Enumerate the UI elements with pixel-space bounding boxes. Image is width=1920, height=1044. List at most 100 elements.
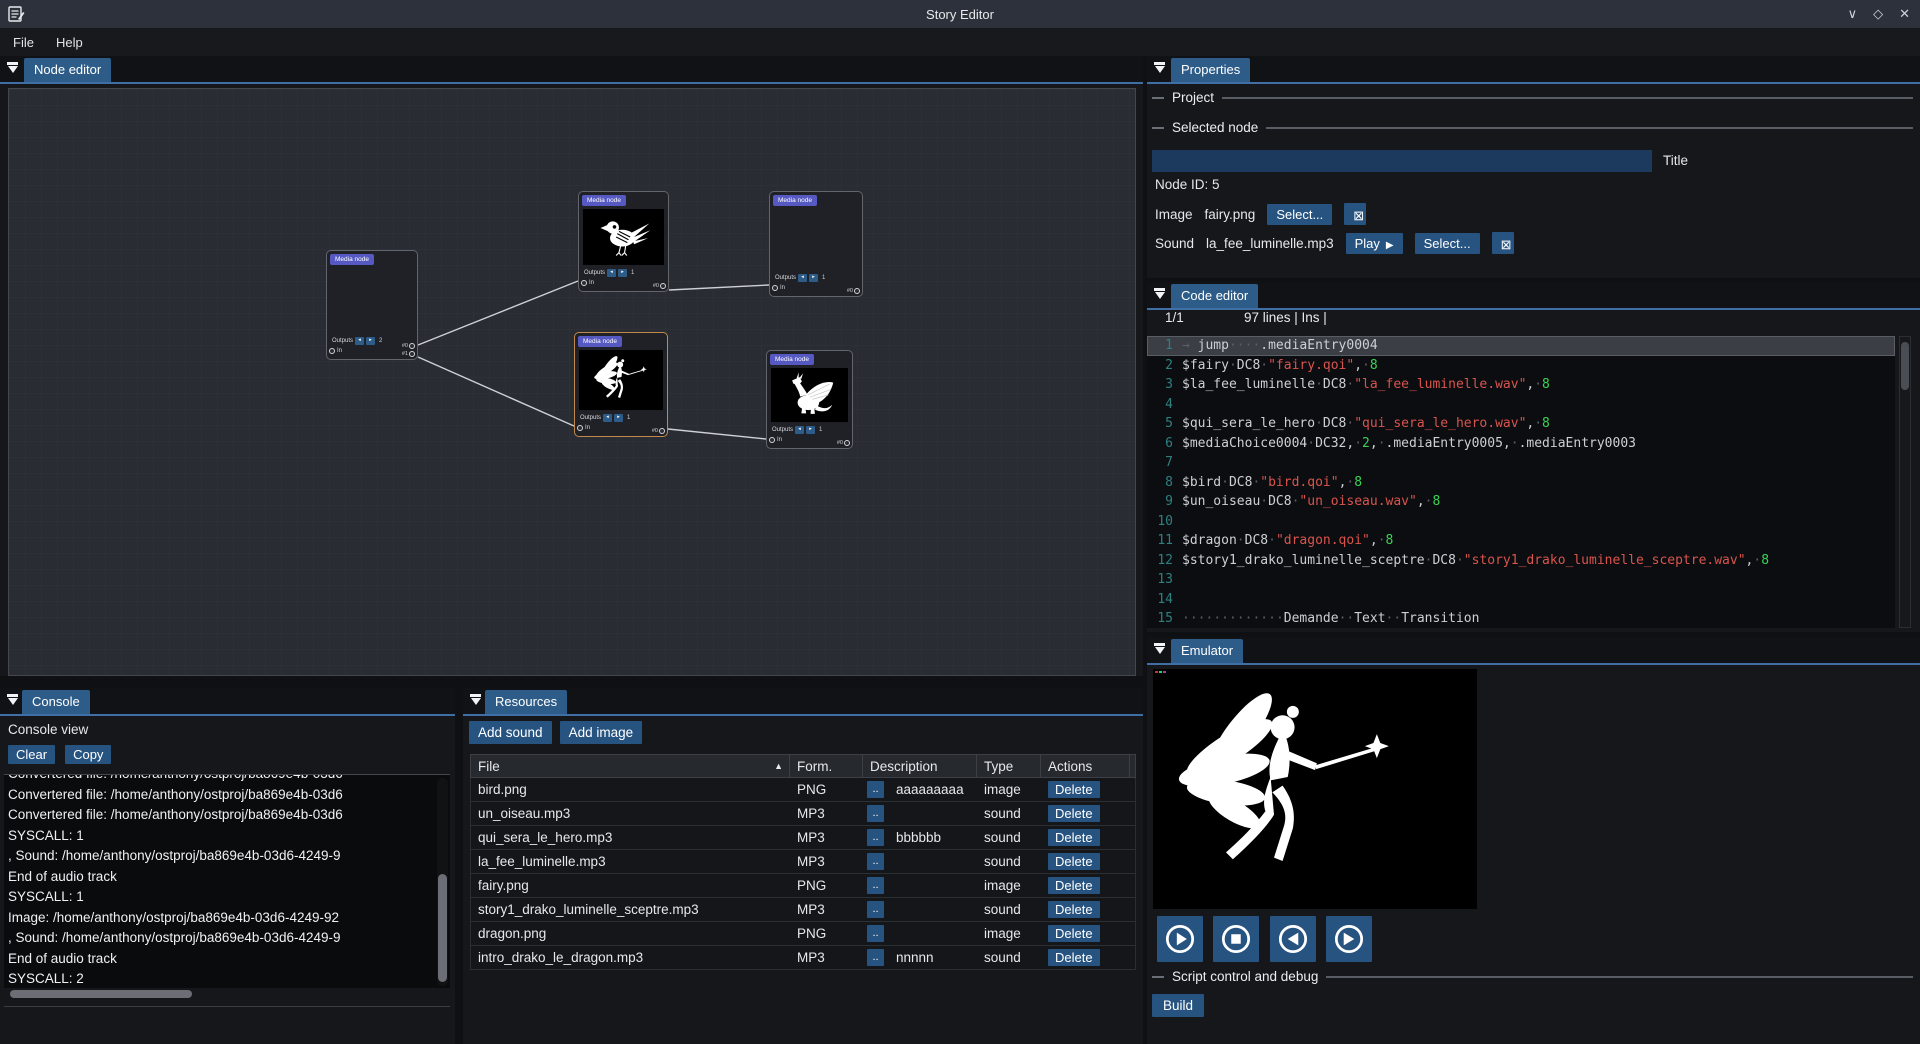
tab-console[interactable]: Console	[22, 690, 90, 714]
console-horizontal-scrollbar[interactable]	[6, 990, 446, 999]
code-line[interactable]: 9$un_oiseau·DC8·"un_oiseau.wav",·8	[1147, 492, 1895, 512]
outputs-decrement-button[interactable]: ◂	[607, 269, 616, 277]
node-graph-canvas[interactable]: Media node Outputs ◂ ▸ 2 In #0#1Media no…	[8, 88, 1136, 676]
console-log[interactable]: Convertered file: /home/anthony/ostproj/…	[4, 774, 450, 988]
column-header-type[interactable]: Type	[977, 755, 1041, 777]
delete-resource-button[interactable]: Delete	[1048, 949, 1100, 966]
menu-file[interactable]: File	[4, 31, 43, 54]
input-port[interactable]	[581, 280, 587, 286]
input-port[interactable]	[769, 437, 775, 443]
code-line[interactable]: 7	[1147, 453, 1895, 473]
add-image-button[interactable]: Add image	[560, 721, 643, 744]
outputs-increment-button[interactable]: ▸	[809, 274, 818, 282]
column-header-file[interactable]: File▲	[471, 755, 790, 777]
code-line[interactable]: 8$bird·DC8·"bird.qoi",·8	[1147, 473, 1895, 493]
output-port[interactable]: #0	[652, 428, 665, 434]
code-line[interactable]: 6$mediaChoice0004·DC32,·2,·.mediaEntry00…	[1147, 434, 1895, 454]
code-line[interactable]: 4	[1147, 395, 1895, 415]
resource-row[interactable]: un_oiseau.mp3 MP3 .. sound Delete	[470, 802, 1136, 826]
output-port[interactable]: #0	[653, 283, 666, 289]
graph-node[interactable]: Media node Outputs ◂ ▸ 2 In #0#1	[326, 250, 418, 360]
input-port[interactable]	[772, 285, 778, 291]
resource-row[interactable]: fairy.png PNG .. image Delete	[470, 874, 1136, 898]
delete-resource-button[interactable]: Delete	[1048, 925, 1100, 942]
graph-node[interactable]: Media node Outputs ◂ ▸ 1 In #0	[578, 191, 669, 292]
build-button[interactable]: Build	[1152, 994, 1204, 1017]
play-button[interactable]	[1157, 916, 1203, 962]
graph-node[interactable]: Media node Outputs ◂ ▸ 1 In #0	[769, 191, 863, 297]
collapse-panel-icon[interactable]	[1153, 643, 1166, 656]
delete-resource-button[interactable]: Delete	[1048, 901, 1100, 918]
collapse-panel-icon[interactable]	[1153, 62, 1166, 75]
outputs-decrement-button[interactable]: ◂	[795, 426, 804, 434]
column-header-format[interactable]: Form.	[790, 755, 863, 777]
graph-node[interactable]: Media node Outputs ◂ ▸ 1 In #0	[766, 350, 853, 449]
outputs-increment-button[interactable]: ▸	[806, 426, 815, 434]
resource-row[interactable]: dragon.png PNG .. image Delete	[470, 922, 1136, 946]
edit-description-button[interactable]: ..	[867, 877, 884, 894]
output-port[interactable]: #0	[402, 343, 415, 349]
code-line[interactable]: 14	[1147, 590, 1895, 610]
console-copy-button[interactable]: Copy	[65, 745, 111, 764]
delete-resource-button[interactable]: Delete	[1048, 829, 1100, 846]
code-line[interactable]: 3$la_fee_luminelle·DC8·"la_fee_luminelle…	[1147, 375, 1895, 395]
edit-description-button[interactable]: ..	[867, 949, 884, 966]
step-forward-button[interactable]	[1326, 916, 1372, 962]
output-port[interactable]: #0	[847, 288, 860, 294]
image-clear-button[interactable]: ⊠	[1344, 203, 1366, 225]
node-title-input[interactable]	[1152, 150, 1652, 172]
maximize-button[interactable]: ◇	[1873, 6, 1883, 22]
tab-emulator[interactable]: Emulator	[1171, 639, 1243, 663]
tab-code-editor[interactable]: Code editor	[1171, 284, 1258, 308]
code-line[interactable]: 5$qui_sera_le_hero·DC8·"qui_sera_le_hero…	[1147, 414, 1895, 434]
resource-row[interactable]: bird.png PNG .. aaaaaaaaa image Delete	[470, 778, 1136, 802]
code-editor-scrollbar[interactable]	[1899, 336, 1911, 628]
outputs-increment-button[interactable]: ▸	[614, 414, 623, 422]
tab-node-editor[interactable]: Node editor	[24, 58, 111, 82]
code-line[interactable]: 2$fairy·DC8·"fairy.qoi",·8	[1147, 356, 1895, 376]
resource-row[interactable]: la_fee_luminelle.mp3 MP3 .. sound Delete	[470, 850, 1136, 874]
close-button[interactable]: ✕	[1899, 6, 1910, 22]
tab-resources[interactable]: Resources	[485, 690, 567, 714]
input-port[interactable]	[329, 348, 335, 354]
delete-resource-button[interactable]: Delete	[1048, 853, 1100, 870]
delete-resource-button[interactable]: Delete	[1048, 781, 1100, 798]
resource-row[interactable]: intro_drako_le_dragon.mp3 MP3 .. nnnnn s…	[470, 946, 1136, 970]
outputs-decrement-button[interactable]: ◂	[798, 274, 807, 282]
output-port[interactable]: #1	[402, 351, 415, 357]
edit-description-button[interactable]: ..	[867, 781, 884, 798]
stop-button[interactable]	[1213, 916, 1259, 962]
collapse-panel-icon[interactable]	[469, 694, 482, 707]
collapse-panel-icon[interactable]	[6, 62, 19, 75]
outputs-decrement-button[interactable]: ◂	[355, 337, 364, 345]
menu-help[interactable]: Help	[47, 31, 92, 54]
graph-node[interactable]: Media node Outputs ◂ ▸ 1 In #0	[574, 332, 668, 437]
console-clear-button[interactable]: Clear	[8, 745, 55, 764]
outputs-increment-button[interactable]: ▸	[618, 269, 627, 277]
collapse-panel-icon[interactable]	[1153, 288, 1166, 301]
sound-select-button[interactable]: Select...	[1415, 233, 1480, 254]
code-editor-area[interactable]: 1→ jump····.mediaEntry00042$fairy·DC8·"f…	[1147, 336, 1895, 628]
code-line[interactable]: 13	[1147, 570, 1895, 590]
image-select-button[interactable]: Select...	[1267, 204, 1332, 225]
delete-resource-button[interactable]: Delete	[1048, 877, 1100, 894]
code-line[interactable]: 11$dragon·DC8·"dragon.qoi",·8	[1147, 531, 1895, 551]
code-line[interactable]: 10	[1147, 512, 1895, 532]
edit-description-button[interactable]: ..	[867, 829, 884, 846]
column-header-description[interactable]: Description	[863, 755, 977, 777]
console-vertical-scrollbar[interactable]	[437, 778, 448, 986]
tab-properties[interactable]: Properties	[1171, 58, 1250, 82]
delete-resource-button[interactable]: Delete	[1048, 805, 1100, 822]
outputs-increment-button[interactable]: ▸	[366, 337, 375, 345]
output-port[interactable]: #0	[837, 440, 850, 446]
edit-description-button[interactable]: ..	[867, 925, 884, 942]
code-line[interactable]: 1→ jump····.mediaEntry0004	[1147, 336, 1895, 356]
resource-row[interactable]: qui_sera_le_hero.mp3 MP3 .. bbbbbb sound…	[470, 826, 1136, 850]
edit-description-button[interactable]: ..	[867, 805, 884, 822]
code-line[interactable]: 15·············Demande··Text··Transition	[1147, 609, 1895, 628]
edit-description-button[interactable]: ..	[867, 853, 884, 870]
step-back-button[interactable]	[1270, 916, 1316, 962]
sound-clear-button[interactable]: ⊠	[1492, 232, 1514, 254]
outputs-decrement-button[interactable]: ◂	[603, 414, 612, 422]
input-port[interactable]	[577, 425, 583, 431]
